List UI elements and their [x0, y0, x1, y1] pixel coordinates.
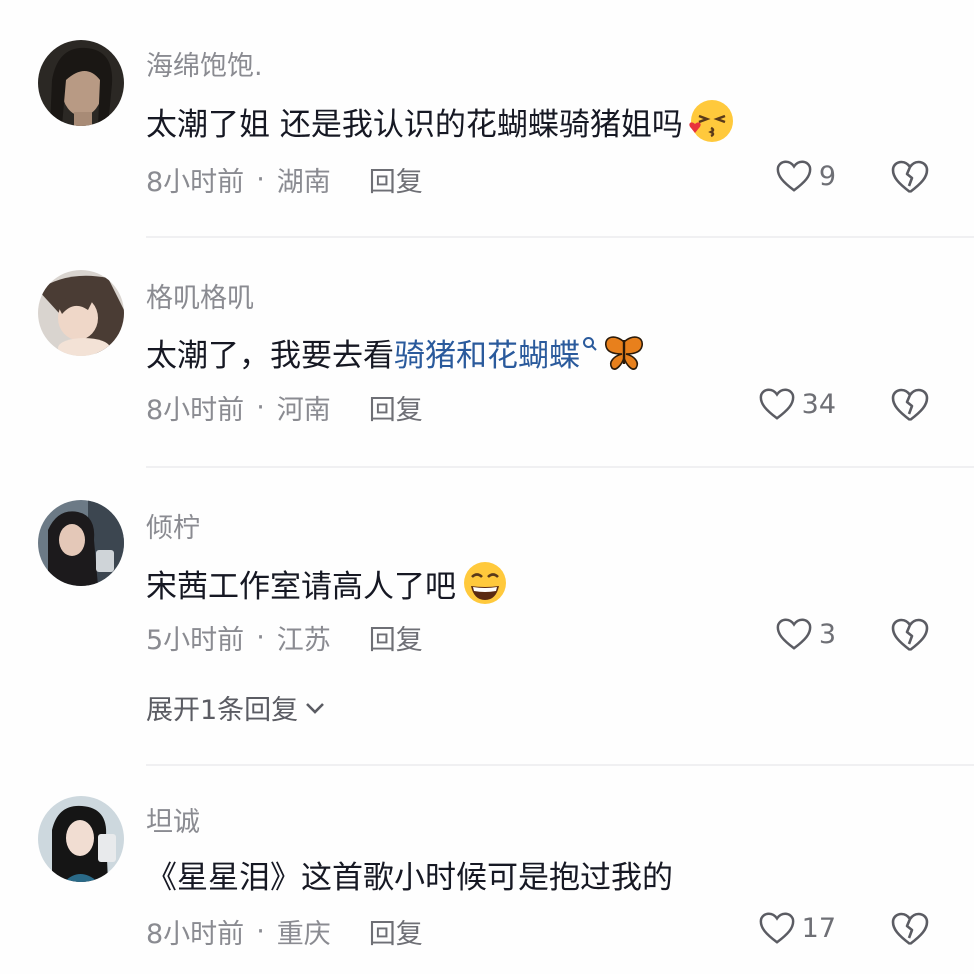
comment-location: 重庆 [276, 919, 331, 950]
comment-username[interactable]: 坦诚 [146, 800, 200, 839]
comment-location: 湖南 [276, 167, 331, 198]
comment-text: 太潮了，我要去看 骑猪和花蝴蝶 [146, 330, 646, 375]
divider [146, 236, 974, 238]
comment-location: 河南 [276, 395, 331, 426]
like-count: 3 [818, 618, 836, 650]
expand-replies-label: 展开1条回复 [146, 695, 299, 726]
broken-heart-icon[interactable] [890, 910, 930, 948]
comment-meta: 8小时前 · 湖南 回复 [146, 160, 423, 199]
broken-heart-icon[interactable] [890, 158, 930, 196]
like-count: 9 [818, 160, 836, 192]
comment-time: 8小时前 [146, 395, 245, 426]
comment-text-content: 太潮了姐 还是我认识的花蝴蝶骑猪姐吗 [146, 106, 683, 143]
comment-time: 8小时前 [146, 919, 245, 950]
comment-meta: 8小时前 · 河南 回复 [146, 388, 423, 427]
comment-text-content: 《星星泪》这首歌小时候可是抱过我的 [146, 860, 673, 896]
avatar[interactable] [38, 270, 124, 356]
reply-button[interactable]: 回复 [369, 618, 423, 657]
reply-button[interactable]: 回复 [369, 388, 423, 427]
search-icon [582, 336, 598, 356]
comment-time: 8小时前 [146, 167, 245, 198]
like-button[interactable]: 9 [775, 158, 836, 194]
avatar-image [38, 500, 124, 586]
meta-separator: · [256, 916, 265, 947]
comment-username[interactable]: 格叽格叽 [146, 276, 254, 315]
like-button[interactable]: 34 [758, 386, 836, 422]
comment-username[interactable]: 倾柠 [146, 506, 200, 545]
broken-heart-icon[interactable] [890, 386, 930, 424]
comment-text: 《星星泪》这首歌小时候可是抱过我的 [146, 852, 673, 897]
comment-time: 5小时前 [146, 625, 245, 656]
comment-username[interactable]: 海绵饱饱. [146, 44, 263, 83]
comment-meta: 8小时前 · 重庆 回复 [146, 912, 423, 951]
meta-separator: · [256, 622, 265, 653]
chevron-down-icon [306, 702, 325, 714]
meta-separator: · [256, 164, 265, 195]
broken-heart-icon[interactable] [890, 616, 930, 654]
like-button[interactable]: 3 [775, 616, 836, 652]
heart-icon [759, 388, 795, 420]
comment-meta: 5小时前 · 江苏 回复 [146, 618, 423, 657]
grinning-face-emoji [464, 562, 506, 604]
meta-separator: · [256, 392, 265, 423]
search-link[interactable]: 骑猪和花蝴蝶 [394, 330, 580, 375]
comment-location: 江苏 [276, 625, 331, 656]
expand-replies-button[interactable]: 展开1条回复 [146, 688, 328, 727]
avatar-image [38, 270, 124, 356]
like-count: 17 [801, 912, 836, 944]
heart-icon [776, 618, 812, 650]
like-button[interactable]: 17 [758, 910, 836, 946]
kissing-face-emoji [689, 100, 733, 142]
comment-text: 太潮了姐 还是我认识的花蝴蝶骑猪姐吗 [146, 98, 737, 144]
comment-text: 宋茜工作室请高人了吧 [146, 560, 510, 606]
butterfly-emoji [605, 335, 643, 370]
heart-icon [759, 912, 795, 944]
reply-button[interactable]: 回复 [369, 160, 423, 199]
avatar-image [38, 40, 124, 126]
divider [146, 466, 974, 468]
like-count: 34 [801, 388, 836, 420]
avatar[interactable] [38, 500, 124, 586]
comment-text-content: 宋茜工作室请高人了吧 [146, 568, 456, 605]
avatar[interactable] [38, 796, 124, 882]
avatar-image [38, 796, 124, 882]
heart-icon [776, 160, 812, 192]
avatar[interactable] [38, 40, 124, 126]
reply-button[interactable]: 回复 [369, 912, 423, 951]
comment-text-content: 太潮了，我要去看 [146, 338, 394, 374]
divider [146, 764, 974, 766]
